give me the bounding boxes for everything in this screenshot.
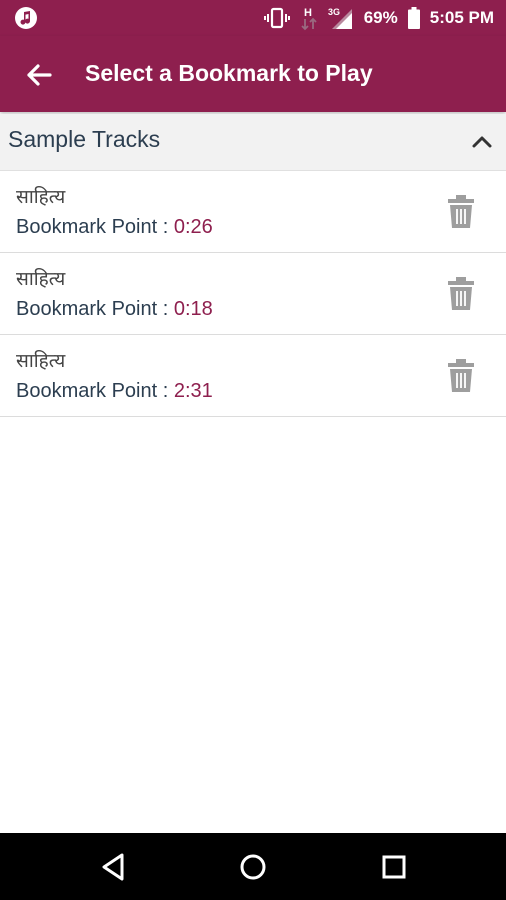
page-title: Select a Bookmark to Play — [85, 60, 373, 86]
bookmark-time: 0:18 — [173, 298, 213, 320]
svg-text:3G: 3G — [328, 7, 340, 17]
app-bar: Select a Bookmark to Play — [0, 36, 506, 112]
bookmark-point-text: Bookmark Point : 0:26 — [16, 216, 213, 239]
h-data-icon: H — [301, 7, 317, 31]
vibrate-icon — [263, 7, 290, 29]
bookmark-point-text: Bookmark Point : 2:31 — [16, 380, 213, 403]
bookmark-time: 0:26 — [173, 216, 213, 238]
section-header-sample-tracks[interactable]: Sample Tracks — [0, 114, 506, 171]
bookmark-row[interactable]: साहित्य Bookmark Point : 2:31 — [0, 335, 506, 417]
home-circle-icon[interactable] — [237, 851, 269, 883]
bookmark-point-label: Bookmark Point : — [16, 298, 174, 320]
back-triangle-icon[interactable] — [98, 851, 130, 883]
recents-square-icon[interactable] — [378, 851, 410, 883]
navigation-bar — [0, 833, 506, 900]
section-title: Sample Tracks — [8, 126, 161, 152]
bookmark-track-title: साहित्य — [16, 268, 66, 290]
3g-signal-icon: 3G — [328, 7, 352, 29]
delete-trash-icon[interactable] — [446, 195, 476, 229]
bookmark-row[interactable]: साहित्य Bookmark Point : 0:26 — [0, 171, 506, 253]
delete-trash-icon[interactable] — [446, 277, 476, 311]
bookmark-track-title: साहित्य — [16, 350, 66, 372]
status-time: 5:05 PM — [429, 8, 494, 27]
bookmark-time: 2:31 — [173, 380, 213, 402]
battery-percent: 69% — [363, 8, 398, 27]
back-arrow-icon[interactable] — [22, 58, 56, 92]
chevron-up-icon[interactable] — [470, 130, 494, 154]
svg-text:H: H — [304, 7, 312, 19]
status-bar: H 3G 69% 5:05 PM — [0, 0, 506, 36]
bookmark-row[interactable]: साहित्य Bookmark Point : 0:18 — [0, 253, 506, 335]
bookmark-track-title: साहित्य — [16, 186, 66, 208]
bookmark-point-label: Bookmark Point : — [16, 216, 174, 238]
music-notification-icon — [15, 7, 37, 29]
delete-trash-icon[interactable] — [446, 359, 476, 393]
bookmark-list: साहित्य Bookmark Point : 0:26 साहित्य Bo… — [0, 171, 506, 417]
bookmark-point-label: Bookmark Point : — [16, 380, 174, 402]
bookmark-point-text: Bookmark Point : 0:18 — [16, 298, 213, 321]
battery-icon — [407, 7, 420, 29]
